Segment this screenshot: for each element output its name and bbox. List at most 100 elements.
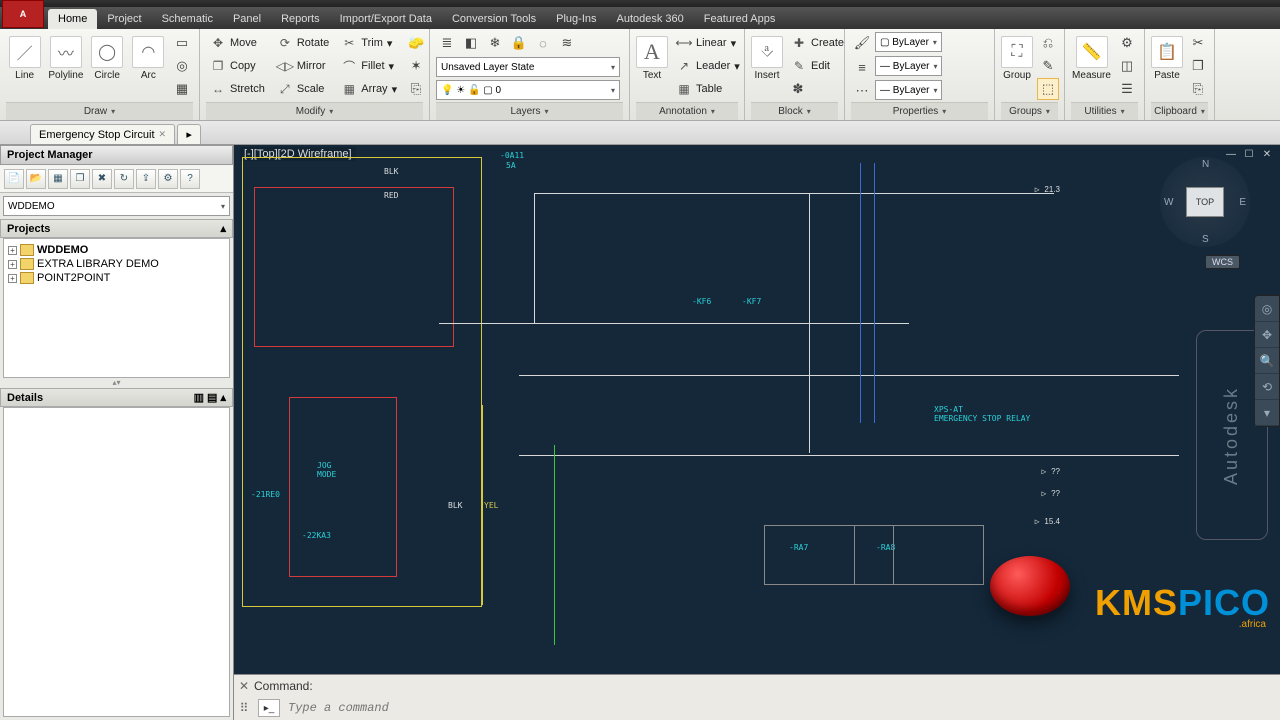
util2-icon[interactable]: ◫ [1116,55,1138,77]
viewcube[interactable]: TOP N S E W [1160,157,1250,247]
insert-button[interactable]: ⎀Insert [751,32,783,81]
panel-label-draw[interactable]: Draw [84,106,107,117]
explode-icon[interactable]: ✶ [405,55,427,77]
drawing-canvas[interactable]: [-][Top][2D Wireframe] — ☐ ✕ BLK RED BLK [234,145,1280,674]
canvas-max-icon[interactable]: ☐ [1242,147,1256,161]
create-button[interactable]: ✚Create [787,32,848,54]
measure-button[interactable]: 📏Measure [1071,32,1112,81]
nav-orbit-icon[interactable]: ⟲ [1255,374,1279,400]
erase-icon[interactable]: 🧽 [405,32,427,54]
pm-section-projects[interactable]: Projects▴ [0,219,233,238]
edit-button[interactable]: ✎Edit [787,55,848,77]
canvas-min-icon[interactable]: — [1224,147,1238,161]
fillet-button[interactable]: ⌒Fillet ▾ [337,55,401,77]
compass-e[interactable]: E [1239,197,1246,208]
panel-label-annotation[interactable]: Annotation [659,106,707,117]
circle-button[interactable]: ◯Circle [89,32,126,81]
clip3-icon[interactable]: ⎘ [1187,78,1209,100]
tab-panel[interactable]: Panel [223,9,271,29]
pm-splitter[interactable]: ▴▾ [0,378,233,388]
pm-set-icon[interactable]: ⚙ [158,169,178,189]
pm-new-icon[interactable]: 📄 [4,169,24,189]
tab-project[interactable]: Project [97,9,151,29]
pm-help-icon[interactable]: ? [180,169,200,189]
compass-w[interactable]: W [1164,197,1173,208]
line-button[interactable]: ／Line [6,32,43,81]
util3-icon[interactable]: ☰ [1116,78,1138,100]
collapse-icon[interactable]: ▴ [220,222,226,235]
copy-clip-icon[interactable]: ❐ [1187,55,1209,77]
util1-icon[interactable]: ⚙ [1116,32,1138,54]
nav-bar[interactable]: ◎ ✥ 🔍 ⟲ ▾ [1254,295,1280,427]
tab-schematic[interactable]: Schematic [152,9,223,29]
pm-section-details[interactable]: Details▥ ▤ ▴ [0,388,233,407]
nav-show-icon[interactable]: ▾ [1255,400,1279,426]
color-dropdown[interactable]: ▢ ByLayer [875,32,942,52]
panel-label-groups[interactable]: Groups [1009,106,1042,117]
text-button[interactable]: AText [636,32,668,81]
ungroup-icon[interactable]: ⎌ [1037,32,1059,54]
polyline-button[interactable]: 〰Polyline [47,32,84,81]
lineweight-icon[interactable]: ≡ [851,56,873,78]
close-icon[interactable]: ✕ [159,129,167,140]
offset-icon[interactable]: ⎘ [405,78,427,100]
tab-home[interactable]: Home [48,9,97,29]
tree-item[interactable]: +POINT2POINT [8,271,225,285]
doc-tab-new[interactable]: ▸ [177,124,201,144]
cmd-history-icon[interactable]: ▸_ [258,699,280,717]
layer-off-icon[interactable]: ◌ [532,32,554,54]
lineweight-dropdown[interactable]: — ByLayer [875,56,942,76]
tab-plugins[interactable]: Plug-Ins [546,9,606,29]
pm-copy-icon[interactable]: ❐ [70,169,90,189]
mirror-button[interactable]: ◁▷Mirror [273,55,333,77]
layer-current-dropdown[interactable]: 💡 ☀ 🔓 ▢ 0 [436,80,620,100]
tab-import-export[interactable]: Import/Export Data [330,9,442,29]
nav-pan-icon[interactable]: ✥ [1255,322,1279,348]
wcs-badge[interactable]: WCS [1205,255,1240,269]
cmd-close-icon[interactable]: ✕ [234,679,254,693]
pm-open-icon[interactable]: 📂 [26,169,46,189]
pm-del-icon[interactable]: ✖ [92,169,112,189]
panel-label-clipboard[interactable]: Clipboard [1154,106,1197,117]
layer-lock-icon[interactable]: 🔒 [508,32,530,54]
group-button[interactable]: ⛶Group [1001,32,1033,81]
command-input[interactable] [284,701,1280,715]
canvas-close-icon[interactable]: ✕ [1260,147,1274,161]
panel-label-layers[interactable]: Layers [510,106,540,117]
tab-conversion[interactable]: Conversion Tools [442,9,546,29]
paste-button[interactable]: 📋Paste [1151,32,1183,81]
scale-button[interactable]: ⤢Scale [273,78,333,100]
tree-item[interactable]: +WDDEMO [8,243,225,257]
pm-dwg-icon[interactable]: ▦ [48,169,68,189]
layer-freeze-icon[interactable]: ❄ [484,32,506,54]
panel-label-block[interactable]: Block [778,106,802,117]
pm-pub-icon[interactable]: ⇪ [136,169,156,189]
tab-reports[interactable]: Reports [271,9,330,29]
panel-label-modify[interactable]: Modify [296,106,325,117]
block-attr-icon[interactable]: ✽ [787,78,809,100]
compass-s[interactable]: S [1202,234,1209,245]
tab-featured[interactable]: Featured Apps [694,9,786,29]
pm-tree[interactable]: +WDDEMO +EXTRA LIBRARY DEMO +POINT2POINT [3,238,230,378]
trim-button[interactable]: ✂Trim ▾ [337,32,401,54]
group-sel-icon[interactable]: ⬚ [1037,78,1059,100]
match-prop-icon[interactable]: 🖌 [851,32,873,54]
stretch-button[interactable]: ↔Stretch [206,78,269,100]
group-edit-icon[interactable]: ✎ [1037,55,1059,77]
leader-button[interactable]: ↗Leader ▾ [672,55,744,77]
compass-n[interactable]: N [1202,159,1209,170]
pm-project-dropdown[interactable]: WDDEMO [3,196,230,216]
layer-state-dropdown[interactable]: Unsaved Layer State [436,57,620,77]
nav-zoom-icon[interactable]: 🔍 [1255,348,1279,374]
layer-iso-icon[interactable]: ◧ [460,32,482,54]
tree-item[interactable]: +EXTRA LIBRARY DEMO [8,257,225,271]
cut-icon[interactable]: ✂ [1187,32,1209,54]
doc-tab-active[interactable]: Emergency Stop Circuit✕ [30,124,175,144]
table-button[interactable]: ▦Table [672,78,744,100]
panel-label-utilities[interactable]: Utilities [1084,106,1116,117]
pm-ref-icon[interactable]: ↻ [114,169,134,189]
move-button[interactable]: ✥Move [206,32,269,54]
layer-match-icon[interactable]: ≋ [556,32,578,54]
copy-button[interactable]: ❐Copy [206,55,269,77]
cmd-handle-icon[interactable]: ⠿ [234,701,254,715]
